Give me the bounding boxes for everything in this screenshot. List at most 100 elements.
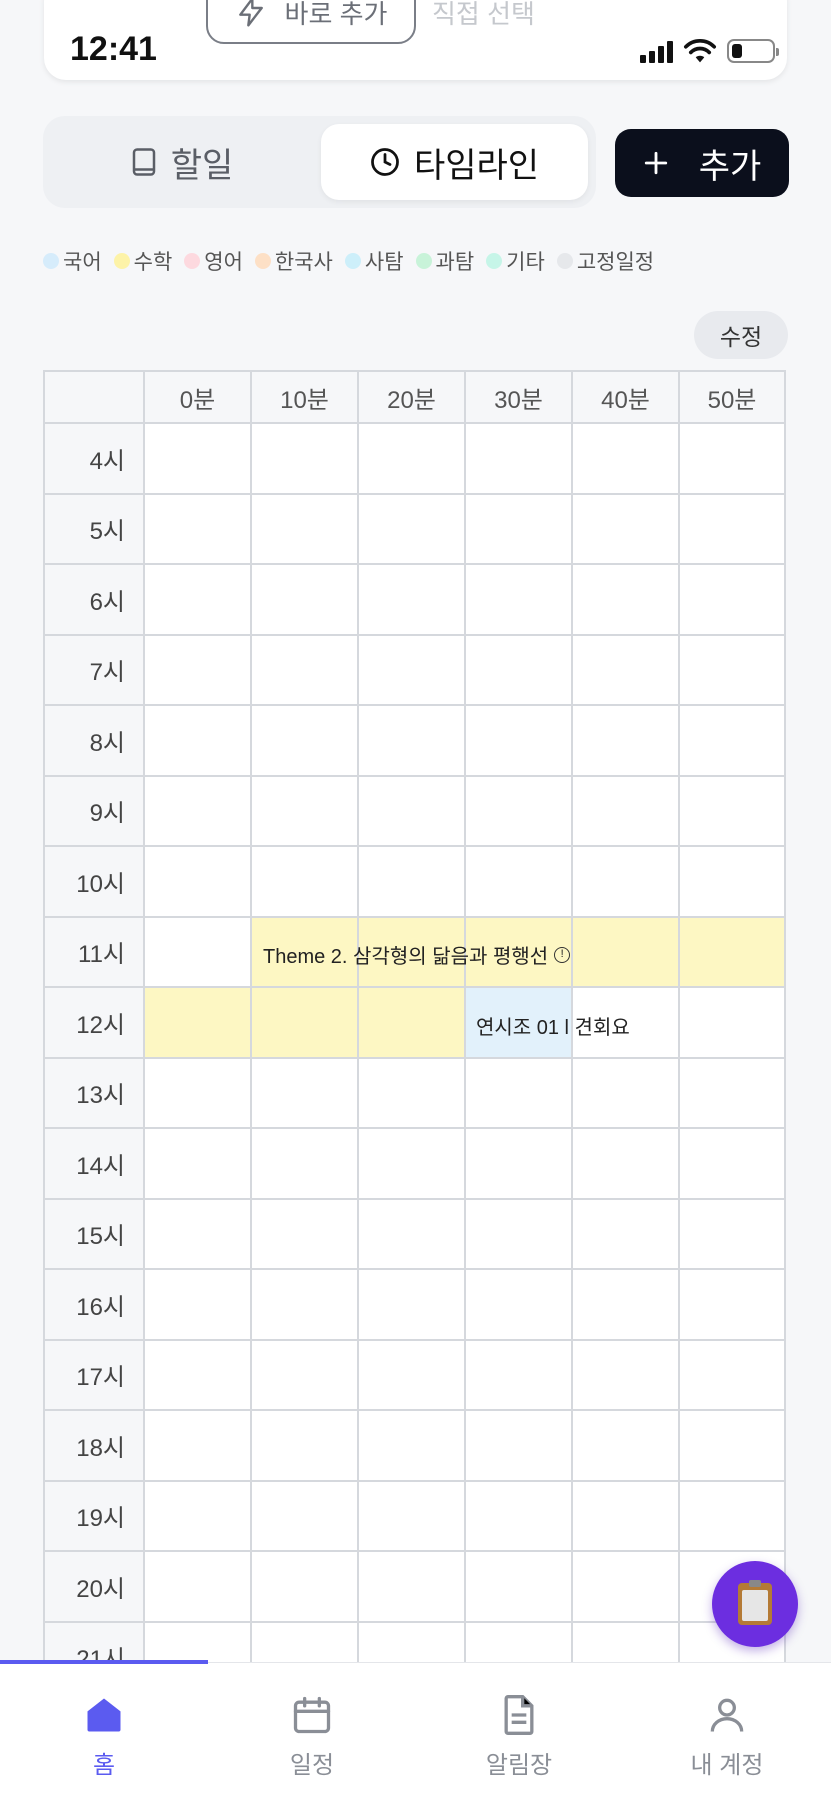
time-slot[interactable] xyxy=(145,1199,252,1270)
time-slot[interactable] xyxy=(466,1199,573,1270)
time-slot[interactable] xyxy=(680,1058,786,1129)
time-slot[interactable] xyxy=(359,706,466,777)
time-slot[interactable] xyxy=(252,706,359,777)
time-slot[interactable] xyxy=(573,494,680,565)
time-slot[interactable] xyxy=(359,1270,466,1341)
time-slot[interactable] xyxy=(573,847,680,918)
time-slot[interactable] xyxy=(680,1411,786,1482)
direct-select-button[interactable]: 직접 선택 xyxy=(432,0,535,31)
time-slot[interactable] xyxy=(359,1199,466,1270)
time-slot[interactable] xyxy=(252,1481,359,1552)
time-slot[interactable] xyxy=(680,988,786,1059)
time-slot[interactable] xyxy=(680,424,786,495)
time-slot[interactable] xyxy=(573,1411,680,1482)
time-slot[interactable] xyxy=(252,847,359,918)
time-slot[interactable] xyxy=(573,635,680,706)
add-button[interactable]: 추가 xyxy=(615,129,789,197)
nav-account[interactable]: 내 계정 xyxy=(623,1693,831,1780)
time-slot[interactable] xyxy=(680,1270,786,1341)
time-slot[interactable] xyxy=(573,1058,680,1129)
time-slot[interactable] xyxy=(252,1058,359,1129)
time-slot[interactable] xyxy=(359,1129,466,1200)
time-slot[interactable] xyxy=(573,565,680,636)
nav-home[interactable]: 홈 xyxy=(0,1693,208,1780)
time-slot[interactable] xyxy=(466,565,573,636)
time-slot[interactable] xyxy=(145,424,252,495)
time-slot[interactable] xyxy=(573,706,680,777)
time-slot[interactable] xyxy=(573,424,680,495)
time-slot[interactable] xyxy=(466,776,573,847)
time-slot[interactable] xyxy=(466,424,573,495)
time-slot[interactable] xyxy=(252,1270,359,1341)
clipboard-fab[interactable] xyxy=(712,1561,798,1647)
time-slot[interactable] xyxy=(252,1199,359,1270)
time-slot[interactable] xyxy=(145,776,252,847)
time-slot[interactable] xyxy=(145,847,252,918)
time-slot[interactable] xyxy=(252,1129,359,1200)
time-slot[interactable] xyxy=(680,1340,786,1411)
time-slot[interactable] xyxy=(145,565,252,636)
time-slot[interactable] xyxy=(466,1340,573,1411)
time-slot[interactable] xyxy=(680,1481,786,1552)
time-slot[interactable] xyxy=(466,1129,573,1200)
event-label-math[interactable]: Theme 2. 삼각형의 닮음과 평행선 ! xyxy=(263,940,571,969)
time-slot[interactable] xyxy=(359,1411,466,1482)
time-slot[interactable] xyxy=(359,1058,466,1129)
time-slot[interactable] xyxy=(252,988,359,1059)
time-slot[interactable] xyxy=(680,776,786,847)
time-slot[interactable] xyxy=(359,494,466,565)
time-slot[interactable] xyxy=(466,1411,573,1482)
time-slot[interactable] xyxy=(466,1058,573,1129)
tab-timeline[interactable]: 타임라인 xyxy=(321,124,588,200)
time-slot[interactable] xyxy=(680,1199,786,1270)
time-slot[interactable] xyxy=(359,565,466,636)
time-slot[interactable] xyxy=(573,1552,680,1623)
time-slot[interactable] xyxy=(680,706,786,777)
time-slot[interactable] xyxy=(466,1552,573,1623)
time-slot[interactable] xyxy=(252,424,359,495)
time-slot[interactable] xyxy=(359,424,466,495)
event-label-korean[interactable]: 연시조 01 l 견회요 xyxy=(476,1011,630,1040)
tab-todo[interactable]: 할일 xyxy=(51,124,313,200)
time-slot[interactable] xyxy=(466,635,573,706)
time-slot[interactable] xyxy=(573,1129,680,1200)
time-slot[interactable] xyxy=(145,1058,252,1129)
time-slot[interactable] xyxy=(145,1552,252,1623)
nav-notice[interactable]: 알림장 xyxy=(415,1693,623,1780)
time-slot[interactable] xyxy=(573,1481,680,1552)
time-slot[interactable] xyxy=(680,847,786,918)
time-slot[interactable] xyxy=(466,1270,573,1341)
time-slot[interactable] xyxy=(252,494,359,565)
time-slot[interactable] xyxy=(680,635,786,706)
time-slot[interactable] xyxy=(145,1129,252,1200)
time-slot[interactable] xyxy=(680,1129,786,1200)
time-slot[interactable] xyxy=(252,635,359,706)
time-slot[interactable] xyxy=(359,1340,466,1411)
edit-button[interactable]: 수정 xyxy=(694,311,788,359)
nav-schedule[interactable]: 일정 xyxy=(208,1693,416,1780)
time-slot[interactable] xyxy=(680,917,786,988)
time-slot[interactable] xyxy=(252,565,359,636)
time-slot[interactable] xyxy=(573,1199,680,1270)
time-slot[interactable] xyxy=(145,494,252,565)
time-slot[interactable] xyxy=(252,1411,359,1482)
time-slot[interactable] xyxy=(359,1481,466,1552)
quick-add-button[interactable]: 바로 추가 xyxy=(206,0,416,44)
time-slot[interactable] xyxy=(359,635,466,706)
time-slot[interactable] xyxy=(573,917,680,988)
time-slot[interactable] xyxy=(145,1340,252,1411)
time-slot[interactable] xyxy=(466,494,573,565)
time-slot[interactable] xyxy=(359,1552,466,1623)
time-slot[interactable] xyxy=(680,494,786,565)
time-slot[interactable] xyxy=(466,847,573,918)
time-slot[interactable] xyxy=(145,1481,252,1552)
time-slot[interactable] xyxy=(252,776,359,847)
time-slot[interactable] xyxy=(252,1340,359,1411)
time-slot[interactable] xyxy=(680,565,786,636)
time-slot[interactable] xyxy=(145,706,252,777)
time-slot[interactable] xyxy=(359,988,466,1059)
time-slot[interactable] xyxy=(573,1340,680,1411)
time-slot[interactable] xyxy=(359,776,466,847)
time-slot[interactable] xyxy=(145,988,252,1059)
time-slot[interactable] xyxy=(145,917,252,988)
